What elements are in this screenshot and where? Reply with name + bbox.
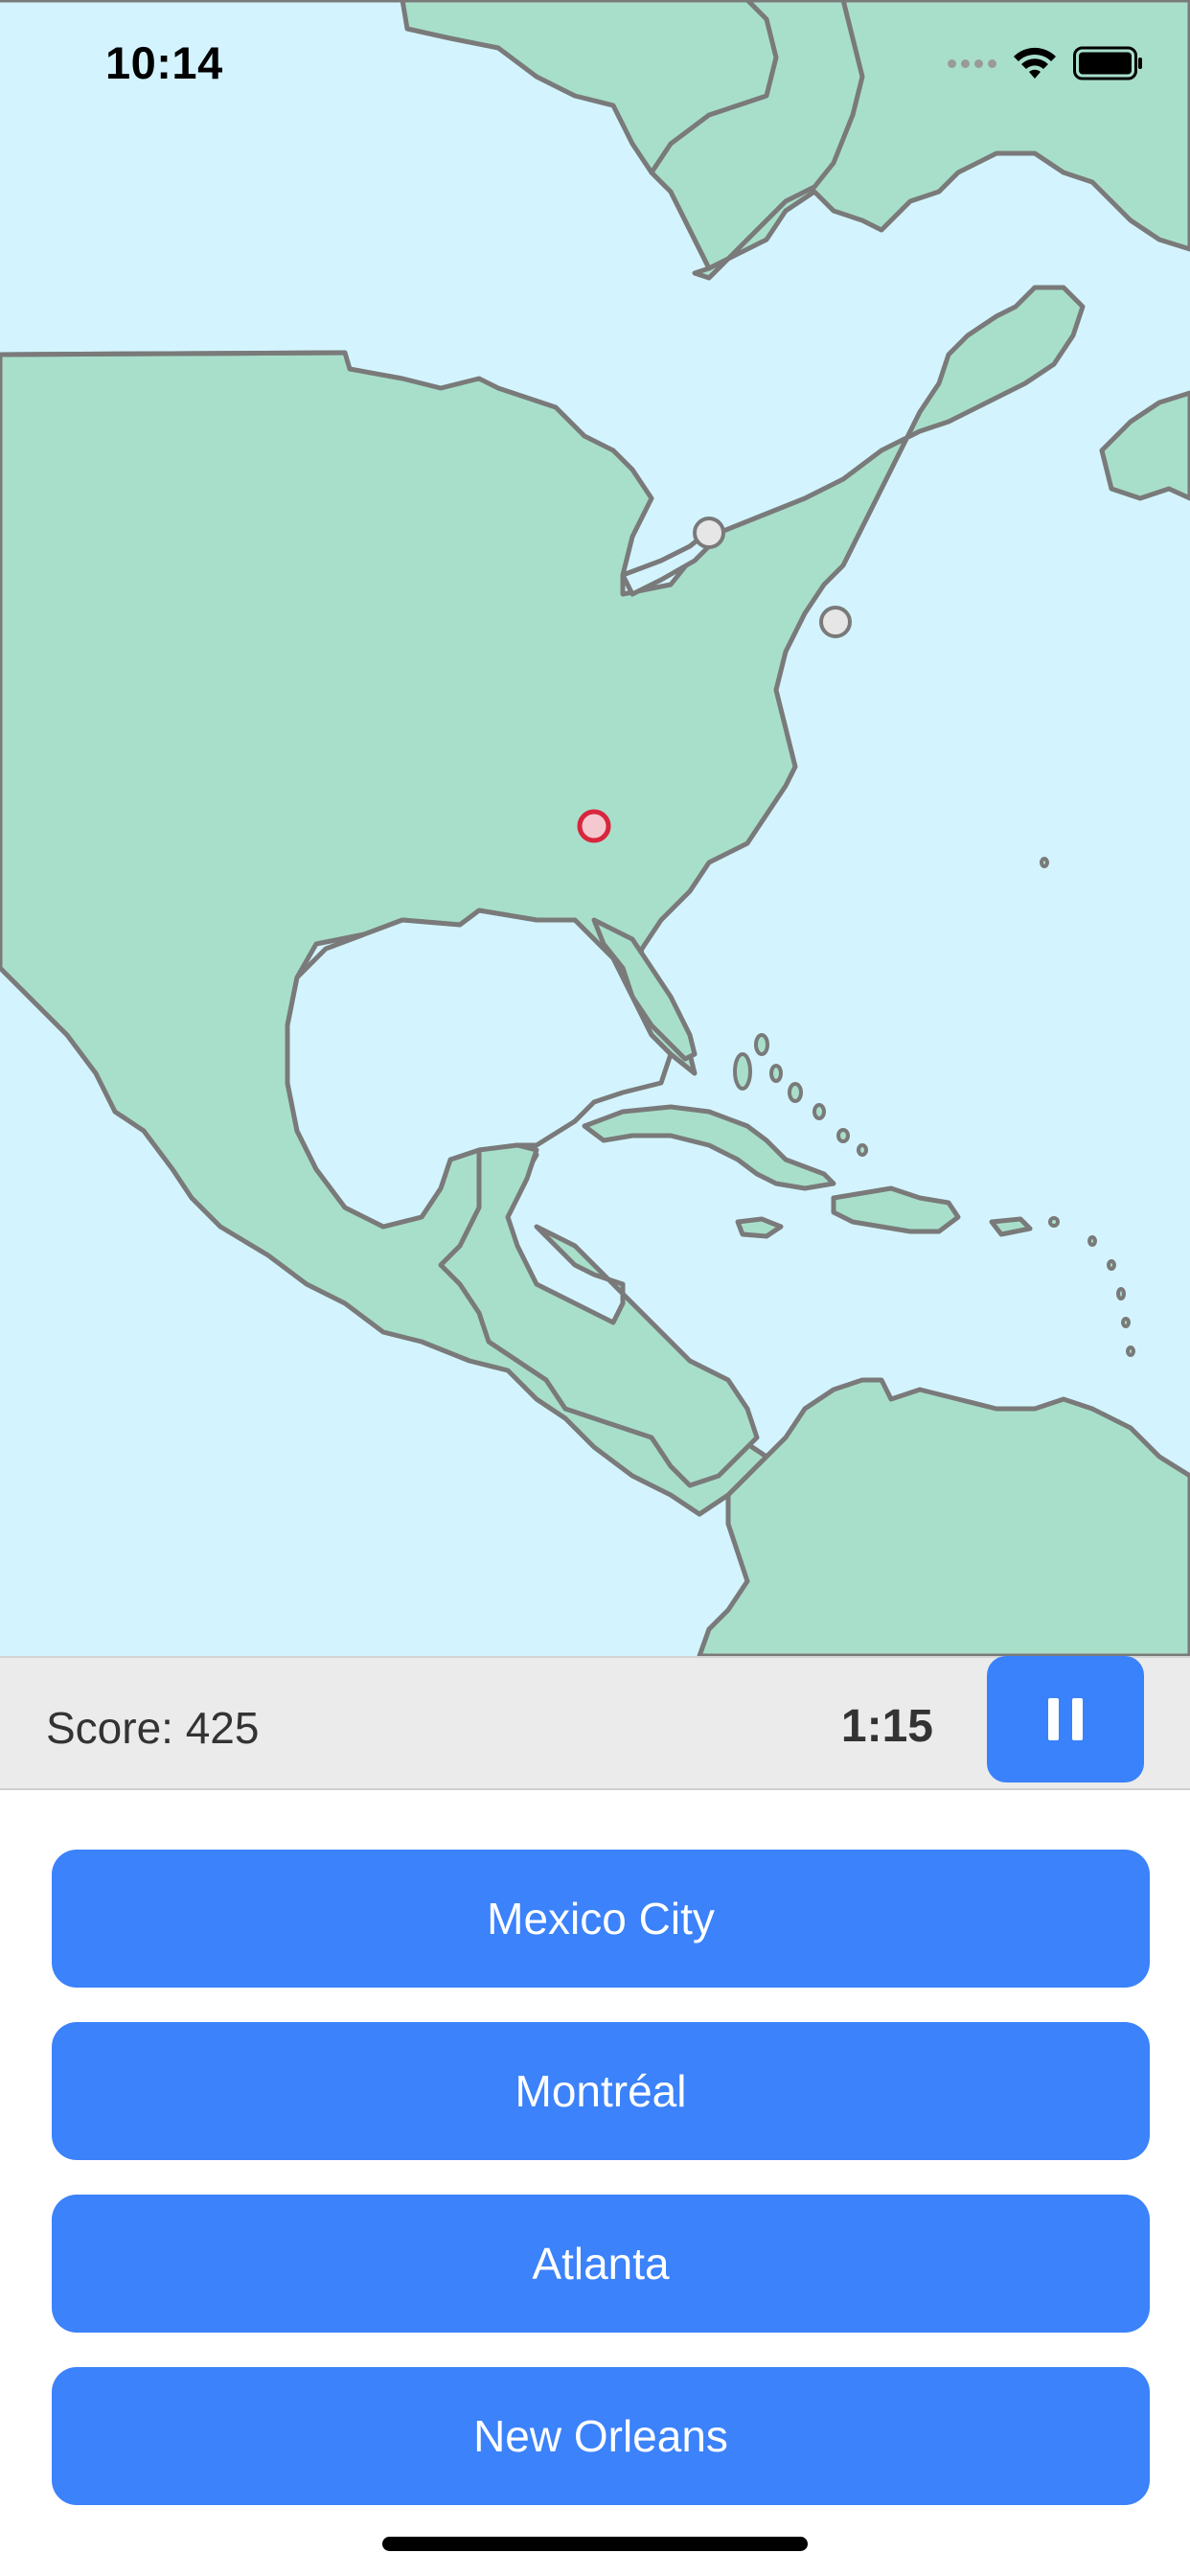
wifi-icon: [1014, 47, 1056, 79]
status-bar: 10:14: [0, 0, 1190, 129]
answer-button-montreal[interactable]: Montréal: [52, 2022, 1150, 2160]
status-icons: [948, 42, 1144, 84]
signal-icon: [948, 58, 996, 68]
city-marker-montreal[interactable]: [693, 517, 725, 549]
score-bar: Score: 425 1:15: [0, 1656, 1190, 1790]
answer-button-new-orleans[interactable]: New Orleans: [52, 2367, 1150, 2505]
quiz-screen: 10:14 Score: 425 1:15 Mexico City Montré…: [0, 0, 1190, 2576]
land-puerto-rico: [989, 1216, 1033, 1237]
land-jamaica: [735, 1216, 784, 1239]
answer-button-mexico-city[interactable]: Mexico City: [52, 1850, 1150, 1988]
answer-button-atlanta[interactable]: Atlanta: [52, 2195, 1150, 2333]
city-marker-new-york[interactable]: [819, 606, 852, 638]
pause-icon: [1048, 1698, 1083, 1740]
map-view[interactable]: [0, 0, 1190, 1656]
score-label: Score: 425: [46, 1703, 260, 1753]
timer-label: 1:15: [840, 1701, 933, 1752]
pause-button[interactable]: [987, 1656, 1144, 1782]
home-indicator[interactable]: [382, 2537, 808, 2551]
battery-icon: [1073, 46, 1142, 80]
target-city-marker[interactable]: [577, 809, 611, 843]
border-us-canada: [0, 350, 346, 357]
map-canvas[interactable]: [0, 0, 1190, 1656]
status-time: 10:14: [105, 37, 223, 88]
answer-list: Mexico City Montréal Atlanta New Orleans: [52, 1850, 1150, 2540]
